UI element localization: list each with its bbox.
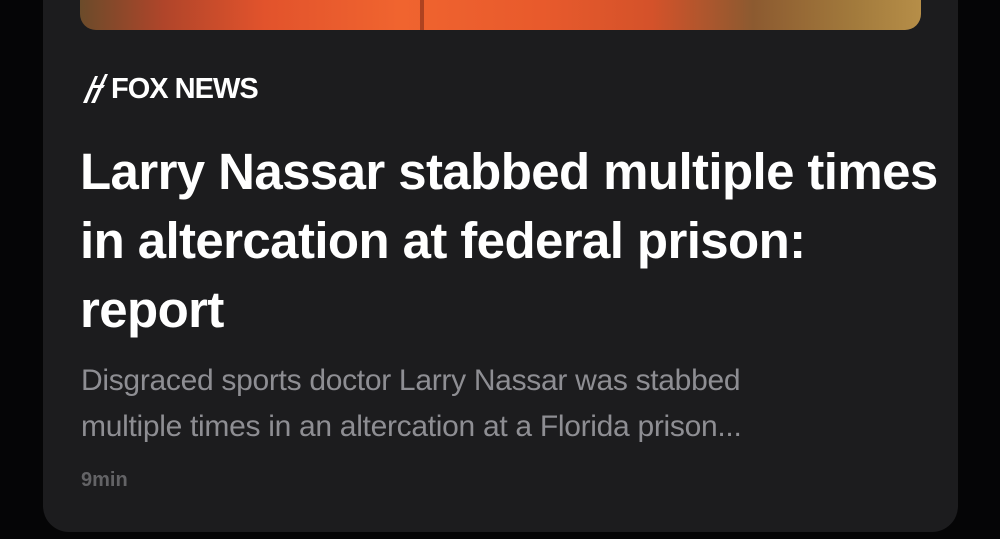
- story-summary: Disgraced sports doctor Larry Nassar was…: [81, 364, 742, 443]
- story-thumbnail-image[interactable]: [80, 0, 921, 30]
- story-headline[interactable]: Larry Nassar stabbed multiple times in a…: [80, 137, 940, 344]
- story-timestamp: 9min: [81, 469, 128, 491]
- news-story-card[interactable]: FOX NEWS Larry Nassar stabbed multiple t…: [43, 0, 958, 532]
- fox-news-logo-icon: [83, 74, 108, 103]
- source-name: FOX NEWS: [111, 72, 259, 105]
- screen: FOX NEWS Larry Nassar stabbed multiple t…: [0, 0, 1000, 539]
- source-publisher[interactable]: FOX NEWS: [81, 71, 259, 107]
